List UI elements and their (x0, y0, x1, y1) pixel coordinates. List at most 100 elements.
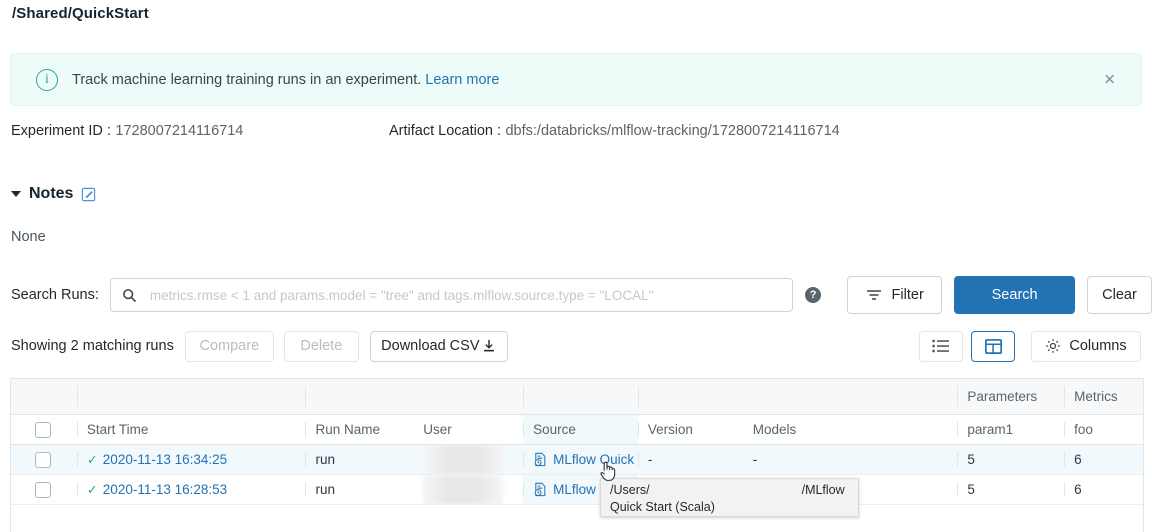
showing-runs-count: Showing 2 matching runs (11, 338, 174, 354)
status-success-icon: ✓ (87, 482, 98, 498)
columns-button-label: Columns (1069, 338, 1126, 354)
source-tooltip: /Users/ /MLflow Quick Start (Scala) (600, 478, 859, 517)
edit-pencil-icon[interactable] (81, 187, 96, 202)
column-header-foo[interactable]: foo (1064, 415, 1143, 444)
info-circle-icon: i (36, 69, 58, 91)
cell-param1: 5 (957, 445, 1064, 474)
artifact-location-label: Artifact Location : (389, 123, 501, 139)
question-mark-icon[interactable]: ? (805, 287, 821, 303)
table-row[interactable]: ✓ 2020-11-13 16:28:53 run (11, 475, 1143, 505)
view-toggle-group (919, 331, 1015, 362)
column-header-source[interactable]: Source (523, 415, 638, 444)
search-input-wrapper[interactable] (110, 278, 793, 312)
search-runs-label: Search Runs: (11, 287, 99, 303)
delete-button[interactable]: Delete (284, 331, 359, 362)
chevron-down-icon[interactable] (11, 191, 21, 197)
table-row[interactable]: ✓ 2020-11-13 16:34:25 run (11, 445, 1143, 475)
cell-start-time: ✓ 2020-11-13 16:34:25 (77, 445, 306, 474)
cell-user (413, 475, 523, 504)
experiment-id-value: 1728007214116714 (115, 123, 243, 139)
group-header-blank-0 (11, 379, 77, 414)
row-select-cell (11, 445, 77, 474)
column-header-user[interactable]: User (413, 415, 523, 444)
row-select-cell (11, 475, 77, 504)
group-header-blank-5 (638, 379, 743, 414)
group-header-blank-6 (743, 379, 958, 414)
cell-source: MLflow Quick (523, 445, 638, 474)
redacted-user-value (423, 475, 503, 504)
cell-run-name: run (305, 475, 413, 504)
experiment-meta-row: Experiment ID : 1728007214116714 Artifac… (0, 122, 1152, 144)
cell-version: - (638, 445, 743, 474)
experiment-id-label: Experiment ID : (11, 123, 111, 139)
notebook-revision-icon (533, 452, 548, 467)
tooltip-path-prefix: /Users/ (610, 482, 650, 499)
select-all-checkbox[interactable] (35, 422, 51, 438)
tooltip-path-suffix: /MLflow (802, 482, 845, 499)
info-banner-text: Track machine learning training runs in … (72, 72, 499, 88)
cell-start-time: ✓ 2020-11-13 16:28:53 (77, 475, 306, 504)
table-group-header-row: Parameters Metrics (11, 379, 1143, 415)
search-runs-row: Search Runs: ? Filter Search Clear (0, 276, 1152, 314)
group-header-blank-3 (413, 379, 523, 414)
filter-button[interactable]: Filter (847, 276, 942, 314)
tooltip-redacted-user (650, 482, 802, 493)
runs-toolbar: Showing 2 matching runs Compare Delete D… (0, 330, 1152, 362)
download-icon (482, 339, 496, 353)
run-link[interactable]: 2020-11-13 16:28:53 (103, 482, 227, 497)
list-view-icon[interactable] (919, 331, 963, 362)
tooltip-line-1: /Users/ /MLflow (610, 482, 851, 499)
download-csv-label: Download CSV (381, 338, 479, 354)
mlflow-experiment-page: /Shared/QuickStart i Track machine learn… (0, 0, 1152, 532)
row-checkbox[interactable] (35, 482, 51, 498)
breadcrumb[interactable]: /Shared/QuickStart (12, 5, 149, 22)
notes-body: None (11, 229, 46, 245)
runs-table: Parameters Metrics Start Time Run Name U… (10, 378, 1144, 532)
download-csv-button[interactable]: Download CSV (370, 331, 508, 362)
search-button[interactable]: Search (954, 276, 1075, 314)
status-success-icon: ✓ (87, 452, 98, 468)
tooltip-line-2: Quick Start (Scala) (610, 499, 851, 516)
select-all-cell (11, 415, 77, 444)
run-link[interactable]: 2020-11-13 16:34:25 (103, 452, 227, 467)
info-banner: i Track machine learning training runs i… (10, 53, 1142, 106)
column-header-param1[interactable]: param1 (957, 415, 1064, 444)
filter-button-label: Filter (892, 287, 924, 303)
cell-user (413, 445, 523, 474)
group-header-blank-1 (77, 379, 306, 414)
column-header-models[interactable]: Models (743, 415, 958, 444)
artifact-location-value: dbfs:/databricks/mlflow-tracking/1728007… (505, 123, 839, 139)
table-column-header-row: Start Time Run Name User Source Version … (11, 415, 1143, 445)
notes-header[interactable]: Notes (11, 185, 96, 203)
redacted-user-value (423, 445, 503, 474)
cell-foo: 6 (1064, 445, 1143, 474)
column-header-run-name[interactable]: Run Name (305, 415, 413, 444)
cell-param1: 5 (957, 475, 1064, 504)
notes-title: Notes (29, 185, 73, 203)
group-header-blank-2 (305, 379, 413, 414)
experiment-id-block: Experiment ID : 1728007214116714 (11, 122, 243, 140)
clear-button[interactable]: Clear (1087, 276, 1152, 314)
search-icon (122, 288, 137, 303)
grid-view-icon[interactable] (971, 331, 1015, 362)
notebook-revision-icon (533, 482, 548, 497)
group-header-blank-4 (523, 379, 638, 414)
group-header-metrics: Metrics (1064, 379, 1143, 414)
gear-icon (1045, 338, 1061, 354)
compare-button[interactable]: Compare (185, 331, 274, 362)
search-input[interactable] (148, 287, 788, 304)
column-header-start-time[interactable]: Start Time (77, 415, 306, 444)
source-label: MLflow Quick (553, 452, 634, 467)
artifact-location-block: Artifact Location : dbfs:/databricks/mlf… (389, 122, 840, 140)
source-notebook-link[interactable]: MLflow Quick (533, 452, 634, 467)
close-icon[interactable]: ✕ (1098, 69, 1121, 90)
cell-models: - (743, 445, 958, 474)
filter-icon (866, 289, 882, 301)
info-banner-message: Track machine learning training runs in … (72, 72, 421, 88)
column-header-version[interactable]: Version (638, 415, 743, 444)
learn-more-link[interactable]: Learn more (425, 72, 499, 88)
row-checkbox[interactable] (35, 452, 51, 468)
group-header-parameters: Parameters (957, 379, 1064, 414)
cell-run-name: run (305, 445, 413, 474)
columns-button[interactable]: Columns (1031, 331, 1141, 362)
